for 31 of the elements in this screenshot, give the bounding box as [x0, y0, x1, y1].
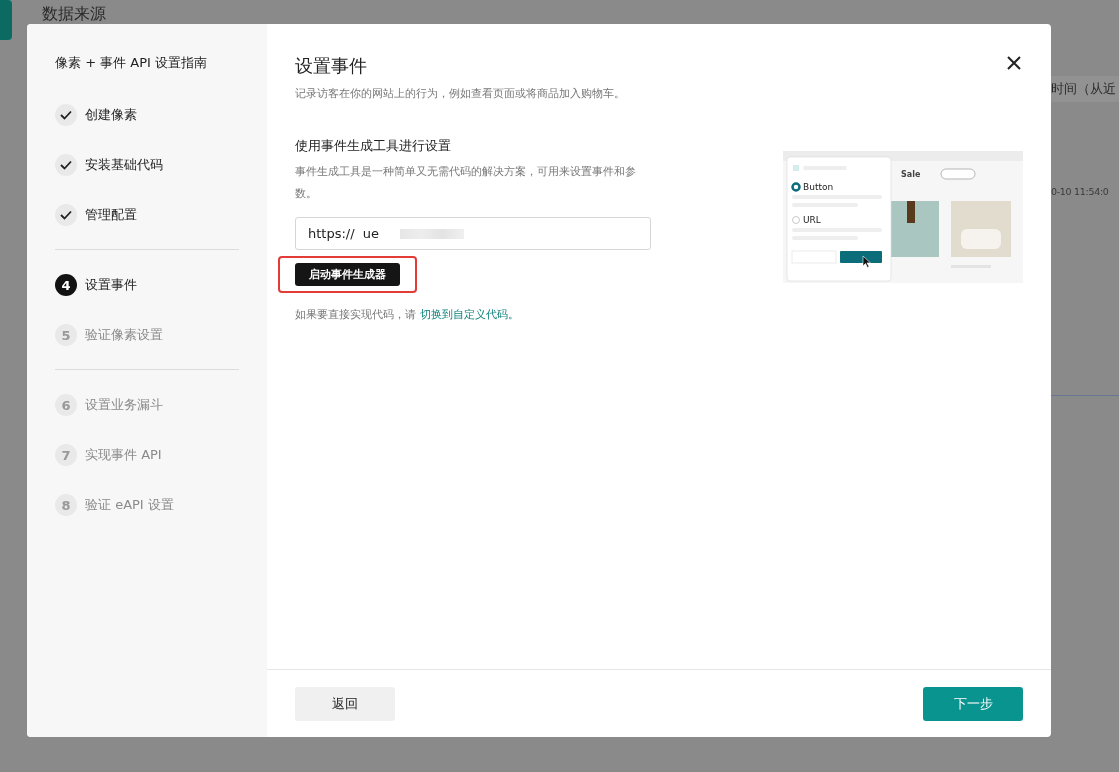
close-button[interactable] [1005, 54, 1023, 72]
option-label: URL [803, 215, 821, 225]
custom-code-link[interactable]: 切换到自定义代码。 [419, 308, 519, 321]
next-button[interactable]: 下一步 [923, 686, 1023, 721]
check-icon [60, 110, 72, 120]
step-number: 8 [55, 494, 77, 516]
event-builder-drawing: Sale Button URL [783, 151, 1023, 283]
option-label: Button [803, 182, 834, 192]
back-button[interactable]: 返回 [295, 686, 395, 721]
table-cell-text: 0-10 11:54:0 [1051, 186, 1110, 197]
step-number: 5 [55, 324, 77, 346]
step-number: 4 [55, 274, 77, 296]
blurred-text [400, 229, 464, 239]
dialog-title: 设置事件 [295, 54, 367, 78]
guide-title: 像素 + 事件 API 设置指南 [55, 54, 208, 72]
url-input[interactable]: https:// ue [295, 217, 651, 250]
column-header: 时间（从近 [1051, 76, 1119, 102]
check-icon [60, 210, 72, 220]
step-number: 6 [55, 394, 77, 416]
section-title: 使用事件生成工具进行设置 [295, 137, 452, 155]
dialog-subtitle: 记录访客在你的网站上的行为，例如查看页面或将商品加入购物车。 [295, 86, 626, 101]
step-label[interactable]: 设置事件 [85, 276, 137, 294]
check-icon [60, 160, 72, 170]
step-label[interactable]: 安装基础代码 [85, 156, 163, 174]
step-number: 7 [55, 444, 77, 466]
step-label[interactable]: 管理配置 [85, 206, 137, 224]
launch-button[interactable]: 启动事件生成器 [295, 263, 400, 286]
section-description: 事件生成工具是一种简单又无需代码的解决方案，可用来设置事件和参数。 [295, 164, 637, 202]
page-title: 数据来源 [42, 4, 106, 25]
step-label[interactable]: 创建像素 [85, 106, 137, 124]
hint-text: 如果要直接实现代码，请 切换到自定义代码。 [295, 307, 520, 322]
